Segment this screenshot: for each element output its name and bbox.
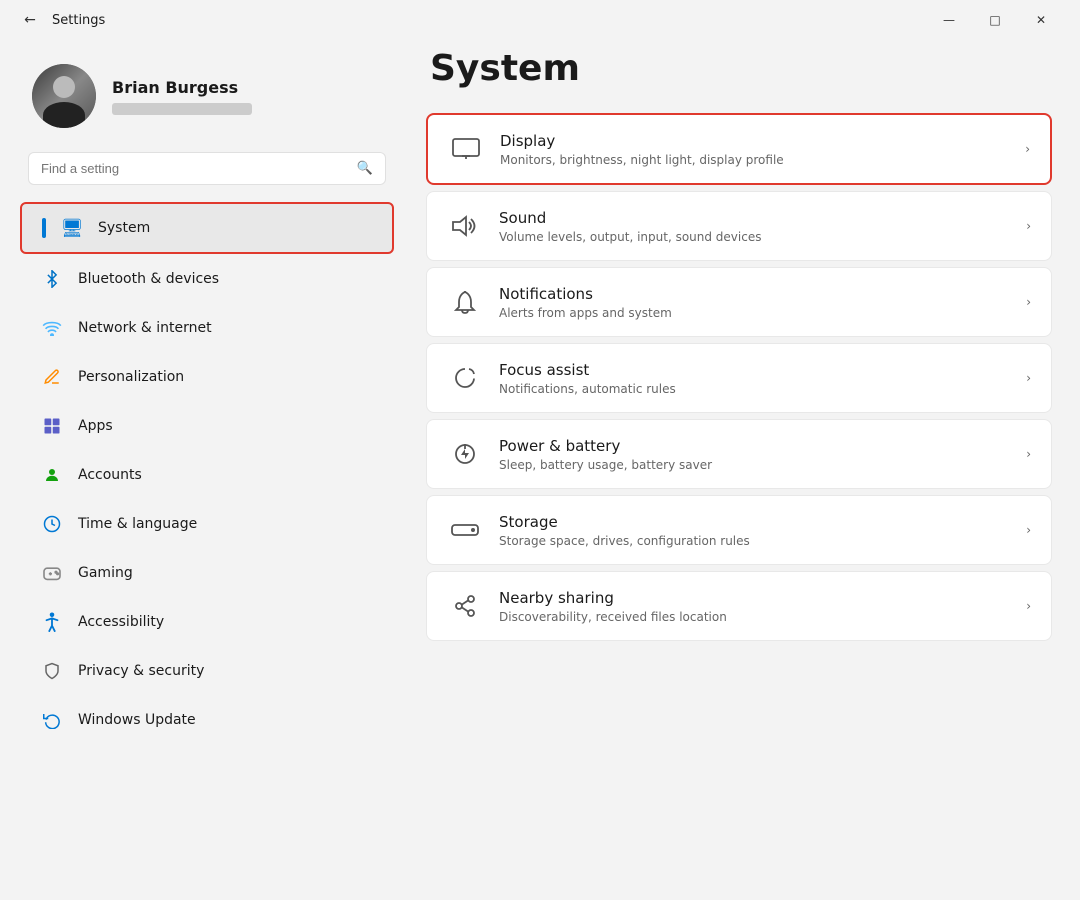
sound-title: Sound	[499, 209, 1010, 227]
app-title: Settings	[52, 13, 926, 28]
display-title: Display	[500, 132, 1009, 150]
focus-desc: Notifications, automatic rules	[499, 382, 1010, 396]
sidebar-item-network[interactable]: Network & internet	[20, 304, 394, 352]
sidebar-label-personalization: Personalization	[78, 369, 184, 385]
notifications-text: Notifications Alerts from apps and syste…	[499, 285, 1010, 320]
focus-title: Focus assist	[499, 361, 1010, 379]
nearby-icon	[447, 588, 483, 624]
storage-icon	[447, 512, 483, 548]
sound-chevron: ›	[1026, 219, 1031, 233]
windows-update-icon	[40, 708, 64, 732]
sidebar-item-accessibility[interactable]: Accessibility	[20, 598, 394, 646]
close-button[interactable]: ✕	[1018, 4, 1064, 36]
sidebar-label-network: Network & internet	[78, 320, 212, 336]
nearby-text: Nearby sharing Discoverability, received…	[499, 589, 1010, 624]
app-container: Brian Burgess 🔍 🖥 System Blu	[0, 40, 1080, 900]
display-chevron: ›	[1025, 142, 1030, 156]
sidebar-nav: 🖥 System Bluetooth & devices Network & i…	[12, 201, 402, 745]
power-desc: Sleep, battery usage, battery saver	[499, 458, 1010, 472]
accounts-icon	[40, 463, 64, 487]
display-desc: Monitors, brightness, night light, displ…	[500, 153, 1009, 167]
power-title: Power & battery	[499, 437, 1010, 455]
storage-chevron: ›	[1026, 523, 1031, 537]
minimize-button[interactable]: —	[926, 4, 972, 36]
settings-item-sound[interactable]: Sound Volume levels, output, input, soun…	[426, 191, 1052, 261]
network-icon	[40, 316, 64, 340]
power-chevron: ›	[1026, 447, 1031, 461]
sidebar-label-accounts: Accounts	[78, 467, 142, 483]
sidebar-item-personalization[interactable]: Personalization	[20, 353, 394, 401]
focus-text: Focus assist Notifications, automatic ru…	[499, 361, 1010, 396]
time-icon	[40, 512, 64, 536]
notifications-icon	[447, 284, 483, 320]
settings-item-focus[interactable]: Focus assist Notifications, automatic ru…	[426, 343, 1052, 413]
sidebar-label-bluetooth: Bluetooth & devices	[78, 271, 219, 287]
sidebar-label-apps: Apps	[78, 418, 113, 434]
storage-text: Storage Storage space, drives, configura…	[499, 513, 1010, 548]
settings-list: Display Monitors, brightness, night ligh…	[426, 113, 1052, 641]
sidebar-label-system: System	[98, 220, 150, 236]
power-icon	[447, 436, 483, 472]
settings-item-nearby[interactable]: Nearby sharing Discoverability, received…	[426, 571, 1052, 641]
window-controls: — □ ✕	[926, 4, 1064, 36]
notifications-chevron: ›	[1026, 295, 1031, 309]
sidebar-label-windows-update: Windows Update	[78, 712, 196, 728]
personalization-icon	[40, 365, 64, 389]
sidebar-item-bluetooth[interactable]: Bluetooth & devices	[20, 255, 394, 303]
notifications-title: Notifications	[499, 285, 1010, 303]
maximize-button[interactable]: □	[972, 4, 1018, 36]
bluetooth-icon	[40, 267, 64, 291]
search-container: 🔍	[12, 152, 402, 201]
privacy-icon	[40, 659, 64, 683]
profile-name: Brian Burgess	[112, 78, 252, 97]
storage-desc: Storage space, drives, configuration rul…	[499, 534, 1010, 548]
focus-icon	[447, 360, 483, 396]
accessibility-icon	[40, 610, 64, 634]
profile-email-bar	[112, 103, 252, 115]
sidebar-item-accounts[interactable]: Accounts	[20, 451, 394, 499]
search-input[interactable]	[41, 161, 349, 176]
apps-icon	[40, 414, 64, 438]
sidebar-item-apps[interactable]: Apps	[20, 402, 394, 450]
sidebar-item-time[interactable]: Time & language	[20, 500, 394, 548]
sound-desc: Volume levels, output, input, sound devi…	[499, 230, 1010, 244]
sidebar-label-privacy: Privacy & security	[78, 663, 204, 679]
sidebar-item-gaming[interactable]: Gaming	[20, 549, 394, 597]
profile-info: Brian Burgess	[112, 78, 252, 115]
display-icon	[448, 131, 484, 167]
sound-icon	[447, 208, 483, 244]
search-icon: 🔍	[357, 161, 373, 176]
sidebar-label-accessibility: Accessibility	[78, 614, 164, 630]
search-box: 🔍	[28, 152, 386, 185]
settings-item-notifications[interactable]: Notifications Alerts from apps and syste…	[426, 267, 1052, 337]
system-icon: 🖥	[60, 216, 84, 240]
settings-item-storage[interactable]: Storage Storage space, drives, configura…	[426, 495, 1052, 565]
nearby-desc: Discoverability, received files location	[499, 610, 1010, 624]
sidebar: Brian Burgess 🔍 🖥 System Blu	[12, 40, 402, 888]
sidebar-label-time: Time & language	[78, 516, 197, 532]
main-content: System Display Monitors, brightness, nig…	[410, 40, 1068, 888]
nearby-chevron: ›	[1026, 599, 1031, 613]
sound-text: Sound Volume levels, output, input, soun…	[499, 209, 1010, 244]
gaming-icon	[40, 561, 64, 585]
titlebar: ← Settings — □ ✕	[0, 0, 1080, 40]
avatar	[32, 64, 96, 128]
focus-chevron: ›	[1026, 371, 1031, 385]
nearby-title: Nearby sharing	[499, 589, 1010, 607]
sidebar-item-privacy[interactable]: Privacy & security	[20, 647, 394, 695]
notifications-desc: Alerts from apps and system	[499, 306, 1010, 320]
sidebar-item-windows-update[interactable]: Windows Update	[20, 696, 394, 744]
storage-title: Storage	[499, 513, 1010, 531]
profile-section: Brian Burgess	[12, 48, 402, 152]
back-button[interactable]: ←	[16, 6, 44, 34]
page-title: System	[426, 48, 1052, 89]
avatar-image	[32, 64, 96, 128]
sidebar-item-system[interactable]: 🖥 System	[20, 202, 394, 254]
settings-item-power[interactable]: Power & battery Sleep, battery usage, ba…	[426, 419, 1052, 489]
active-indicator	[42, 218, 46, 238]
power-text: Power & battery Sleep, battery usage, ba…	[499, 437, 1010, 472]
display-text: Display Monitors, brightness, night ligh…	[500, 132, 1009, 167]
sidebar-label-gaming: Gaming	[78, 565, 133, 581]
settings-item-display[interactable]: Display Monitors, brightness, night ligh…	[426, 113, 1052, 185]
